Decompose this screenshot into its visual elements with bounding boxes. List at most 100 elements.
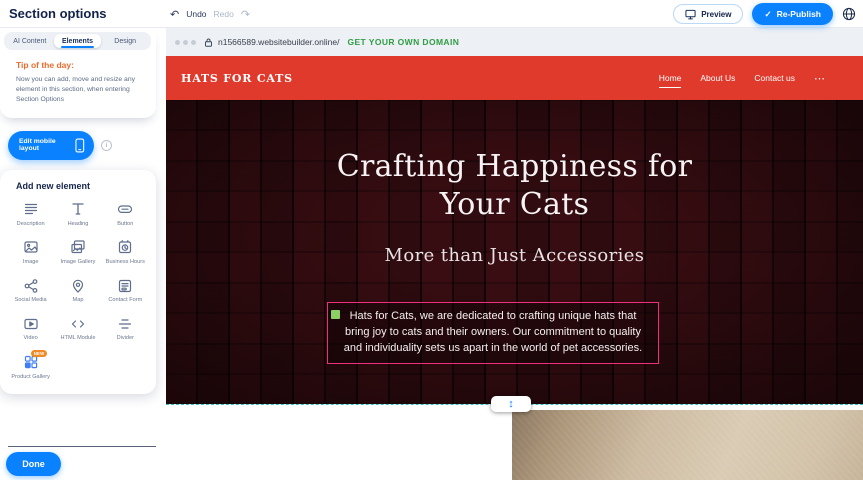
tab-ai-content[interactable]: AI Content <box>6 34 54 48</box>
site-canvas: HATS FOR CATS Home About Us Contact us ⋯… <box>166 56 863 480</box>
element-divider[interactable]: Divider <box>103 315 148 342</box>
redo-icon[interactable]: ↷ <box>241 8 250 21</box>
element-label: Image <box>23 259 39 266</box>
resize-arrows-icon: ↕ <box>508 399 514 410</box>
tab-design[interactable]: Design <box>101 34 149 48</box>
tip-body: Now you can add, move and resize any ele… <box>16 75 144 106</box>
undo-icon[interactable]: ↶ <box>170 8 179 21</box>
preview-label: Preview <box>701 10 731 19</box>
section-resize-handle[interactable]: ↕ <box>491 396 531 412</box>
business-hours-icon <box>117 239 133 256</box>
top-bar-actions: Preview ✓ Re-Publish <box>673 0 856 28</box>
site-nav: Home About Us Contact us ⋯ <box>659 72 825 85</box>
element-label: Divider <box>117 335 134 342</box>
preview-button[interactable]: Preview <box>673 4 743 24</box>
globe-icon[interactable] <box>842 7 856 21</box>
tip-title: Tip of the day: <box>16 60 144 70</box>
nav-about-us[interactable]: About Us <box>700 73 735 83</box>
element-label: Social Media <box>15 297 47 304</box>
video-icon <box>23 315 39 332</box>
element-label: Image Gallery <box>61 259 96 266</box>
element-image-gallery[interactable]: Image Gallery <box>55 239 100 266</box>
element-label: Business Hours <box>106 259 145 266</box>
html-module-icon <box>70 315 86 332</box>
sidebar-tabs: AI Content Elements Design <box>4 32 151 50</box>
hero-subheading[interactable]: More than Just Accessories <box>166 245 863 266</box>
republish-label: Re-Publish <box>777 9 821 19</box>
edit-mobile-layout-button[interactable]: Edit mobile layout <box>8 131 94 160</box>
element-label: Video <box>24 335 38 342</box>
browser-dot <box>175 40 180 45</box>
element-label: Button <box>117 221 133 228</box>
tip-card: Tip of the day: Now you can add, move an… <box>0 50 156 106</box>
undo-button[interactable]: Undo <box>186 9 206 19</box>
element-label: HTML Module <box>61 335 96 342</box>
redo-button[interactable]: Redo <box>214 9 234 19</box>
element-description[interactable]: Description <box>8 201 53 228</box>
element-image[interactable]: Image <box>8 239 53 266</box>
history-controls: ↶ Undo Redo ↷ <box>170 0 250 28</box>
browser-dot <box>183 40 188 45</box>
element-grid: Description Heading Button <box>8 201 148 381</box>
edit-mobile-layout-label: Edit mobile layout <box>19 138 75 152</box>
info-icon[interactable]: i <box>101 140 112 151</box>
lock-icon <box>204 37 213 48</box>
element-business-hours[interactable]: Business Hours <box>103 239 148 266</box>
element-social-media[interactable]: Social Media <box>8 277 53 304</box>
nav-more-icon[interactable]: ⋯ <box>814 72 825 85</box>
element-label: Contact Form <box>108 297 142 304</box>
add-element-panel: Add new element Description Heading <box>0 170 156 394</box>
element-video[interactable]: Video <box>8 315 53 342</box>
sidebar-top-card: AI Content Elements Design Tip of the da… <box>0 28 156 118</box>
check-icon: ✓ <box>764 9 771 20</box>
description-icon <box>23 201 39 218</box>
element-label: Heading <box>68 221 89 228</box>
element-product-gallery[interactable]: NEW Product Gallery <box>8 354 53 381</box>
element-button[interactable]: Button <box>103 201 148 228</box>
image-icon <box>23 239 39 256</box>
map-icon <box>70 277 86 294</box>
next-section[interactable] <box>166 405 863 480</box>
social-media-icon <box>23 277 39 294</box>
app: Section options ↶ Undo Redo ↷ Preview ✓ … <box>0 0 863 480</box>
element-label: Map <box>73 297 84 304</box>
browser-dots <box>175 40 196 45</box>
next-section-image <box>512 410 863 480</box>
site-url[interactable]: n1566589.websitebuilder.online/ <box>218 37 339 47</box>
top-bar: Section options ↶ Undo Redo ↷ Preview ✓ … <box>0 0 863 28</box>
monitor-icon <box>685 9 696 20</box>
button-icon <box>117 201 133 218</box>
element-map[interactable]: Map <box>55 277 100 304</box>
mobile-layout-row: Edit mobile layout i <box>8 131 166 160</box>
hero-paragraph-box[interactable]: Hats for Cats, we are dedicated to craft… <box>327 302 659 364</box>
heading-icon <box>70 201 86 218</box>
element-drag-handle[interactable] <box>331 310 340 319</box>
element-heading[interactable]: Heading <box>55 201 100 228</box>
workspace: n1566589.websitebuilder.online/ GET YOUR… <box>166 28 863 480</box>
contact-form-icon <box>117 277 133 294</box>
element-label: Description <box>17 221 45 228</box>
site-header[interactable]: HATS FOR CATS Home About Us Contact us ⋯ <box>166 56 863 100</box>
republish-button[interactable]: ✓ Re-Publish <box>752 3 833 25</box>
browser-dot <box>191 40 196 45</box>
hero-paragraph: Hats for Cats, we are dedicated to craft… <box>344 310 642 354</box>
site-logo[interactable]: HATS FOR CATS <box>181 72 293 85</box>
hero-heading[interactable]: Crafting Happiness for Your Cats <box>334 148 696 225</box>
add-element-title: Add new element <box>16 181 148 191</box>
new-badge: NEW <box>31 350 48 357</box>
page-title: Section options <box>9 6 107 21</box>
element-contact-form[interactable]: Contact Form <box>103 277 148 304</box>
element-html-module[interactable]: HTML Module <box>55 315 100 342</box>
tab-elements[interactable]: Elements <box>54 34 102 48</box>
hero-section[interactable]: Crafting Happiness for Your Cats More th… <box>166 100 863 404</box>
phone-icon <box>75 138 85 153</box>
nav-contact-us[interactable]: Contact us <box>754 73 795 83</box>
get-domain-link[interactable]: GET YOUR OWN DOMAIN <box>347 37 459 47</box>
element-label: Product Gallery <box>11 374 50 381</box>
done-button[interactable]: Done <box>6 452 61 476</box>
sidebar-bottom-divider <box>8 446 156 447</box>
browser-bar: n1566589.websitebuilder.online/ GET YOUR… <box>166 28 863 56</box>
divider-icon <box>117 315 133 332</box>
nav-home[interactable]: Home <box>659 73 682 83</box>
sidebar: AI Content Elements Design Tip of the da… <box>0 28 166 480</box>
